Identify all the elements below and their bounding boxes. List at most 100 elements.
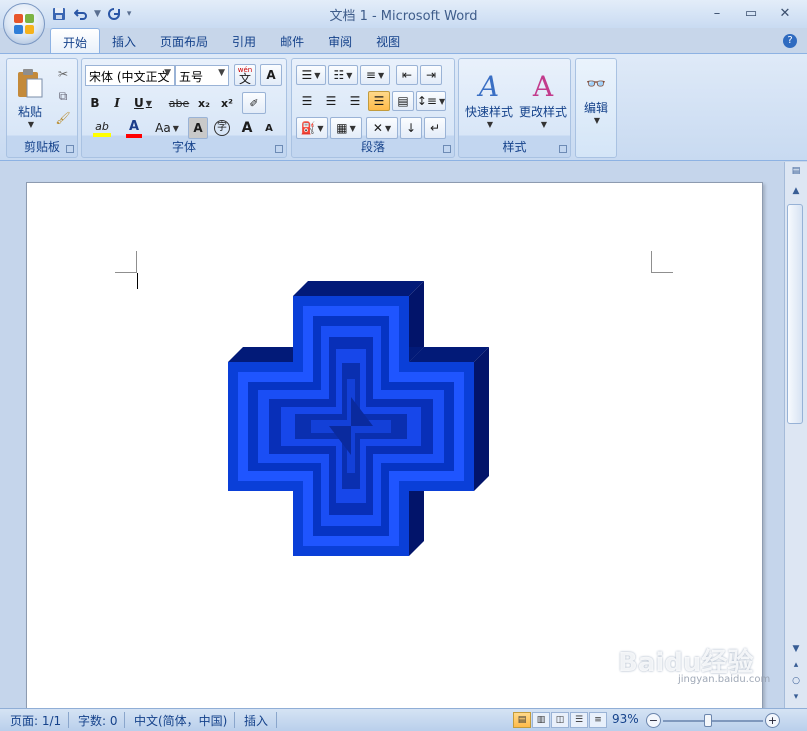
superscript-button[interactable]: x² <box>217 93 237 113</box>
cross-shape[interactable] <box>213 279 493 559</box>
enclose-characters-button[interactable]: 字 <box>212 117 232 139</box>
subscript-button[interactable]: x₂ <box>194 93 214 113</box>
dialog-launcher-icon[interactable] <box>443 145 451 153</box>
tab-review[interactable]: 审阅 <box>316 28 364 54</box>
format-painter-button[interactable]: 🖌 <box>53 109 73 127</box>
line-spacing-icon: ↕≡ <box>416 94 437 108</box>
dialog-launcher-icon[interactable] <box>559 145 567 153</box>
scroll-up-icon[interactable]: ▲ <box>788 186 804 200</box>
zoom-slider-thumb[interactable] <box>704 714 712 727</box>
sort-button[interactable]: ↓ <box>400 117 422 139</box>
page-count[interactable]: 页面: 1/1 <box>10 712 61 729</box>
office-button[interactable] <box>3 3 45 45</box>
distributed-button[interactable]: ▤ <box>392 91 414 111</box>
font-size-combo[interactable]: 五号 ▼ <box>175 65 229 86</box>
tab-view[interactable]: 视图 <box>364 28 412 54</box>
web-layout-button[interactable]: ◫ <box>551 712 569 728</box>
borders-button[interactable]: ▦ ▼ <box>330 117 362 139</box>
chinese-layout-button[interactable]: ✕ ▼ <box>366 117 398 139</box>
select-browse-object-icon[interactable]: ○ <box>788 676 804 690</box>
highlight-button[interactable]: ab <box>86 117 118 139</box>
zoom-in-button[interactable]: + <box>765 713 780 728</box>
align-left-button[interactable]: ☰ <box>296 91 318 111</box>
outline-view-button[interactable]: ☰ <box>570 712 588 728</box>
show-hide-button[interactable]: ↵ <box>424 117 446 139</box>
clipboard-group: 粘贴 ▼ ✂ ⧉ 🖌 剪贴板 <box>6 58 78 158</box>
tab-home[interactable]: 开始 <box>50 28 101 54</box>
shading-button[interactable]: ⛽ ▼ <box>296 117 328 139</box>
bullets-icon: ☰ <box>301 68 313 82</box>
paste-button[interactable]: 粘贴 ▼ <box>11 63 49 133</box>
dialog-launcher-icon[interactable] <box>66 145 74 153</box>
numbering-button[interactable]: ☷ ▼ <box>328 65 358 85</box>
document-page[interactable] <box>26 182 763 722</box>
insert-mode[interactable]: 插入 <box>244 712 268 729</box>
shrink-font-button[interactable]: A <box>259 117 279 139</box>
word-count[interactable]: 字数: 0 <box>78 712 118 729</box>
grow-font-button[interactable]: A <box>237 117 257 139</box>
draft-view-button[interactable]: ≡ <box>589 712 607 728</box>
phonetic-guide-button[interactable]: wén 文 <box>234 64 256 86</box>
outdent-icon: ⇤ <box>401 68 413 82</box>
print-layout-view-button[interactable]: ▤ <box>513 712 531 728</box>
bold-button[interactable]: B <box>86 93 104 113</box>
strikethrough-button[interactable]: abe <box>168 93 190 113</box>
quick-styles-button[interactable]: A 快速样式 ▼ <box>463 63 515 135</box>
font-name-value: 宋体 (中文正文 <box>89 70 170 84</box>
vertical-scrollbar[interactable]: ▤ ▲ ▼ ▴ ○ ▾ <box>784 162 807 708</box>
previous-page-icon[interactable]: ▴ <box>788 660 804 674</box>
editing-group: 👓 编辑 ▼ <box>575 58 617 158</box>
numbering-icon: ☷ <box>333 68 345 82</box>
window-title: 文档 1 - Microsoft Word <box>329 9 478 24</box>
align-center-button[interactable]: ☰ <box>320 91 342 111</box>
tab-insert[interactable]: 插入 <box>100 28 148 54</box>
change-case-button[interactable]: Aa ▼ <box>152 118 182 138</box>
paste-label: 粘贴 <box>17 105 42 119</box>
chevron-down-icon: ▼ <box>27 120 35 129</box>
editing-button[interactable]: 👓 编辑 ▼ <box>579 63 613 135</box>
close-button[interactable]: ✕ <box>771 3 799 23</box>
divider <box>68 712 69 728</box>
dialog-launcher-icon[interactable] <box>275 145 283 153</box>
minimize-button[interactable]: – <box>703 3 731 23</box>
clear-formatting-button[interactable]: ✐ <box>242 92 266 114</box>
scroll-down-icon[interactable]: ▼ <box>788 644 804 658</box>
document-workspace <box>0 162 784 722</box>
ruler-toggle-icon[interactable]: ▤ <box>788 166 804 180</box>
zoom-out-button[interactable]: − <box>646 713 661 728</box>
line-spacing-button[interactable]: ↕≡ ▼ <box>416 91 446 111</box>
bullets-button[interactable]: ☰ ▼ <box>296 65 326 85</box>
maximize-button[interactable]: ▭ <box>737 3 765 23</box>
increase-indent-button[interactable]: ⇥ <box>420 65 442 85</box>
tab-references[interactable]: 引用 <box>220 28 268 54</box>
zoom-slider-track[interactable] <box>663 720 763 722</box>
zoom-level[interactable]: 93% <box>612 712 639 726</box>
language-indicator[interactable]: 中文(简体，中国) <box>134 712 227 729</box>
change-styles-button[interactable]: A 更改样式 ▼ <box>517 63 569 135</box>
tab-mailings[interactable]: 邮件 <box>268 28 316 54</box>
justify-button[interactable]: ☰ <box>368 91 390 111</box>
decrease-indent-button[interactable]: ⇤ <box>396 65 418 85</box>
highlight-label: ab <box>95 119 109 133</box>
character-shading-button[interactable]: A <box>188 117 208 139</box>
change-styles-label: 更改样式 <box>518 104 567 119</box>
copy-button[interactable]: ⧉ <box>53 87 73 105</box>
phonetic-char: 文 <box>238 72 251 86</box>
multilevel-list-button[interactable]: ≡ ▼ <box>360 65 390 85</box>
next-page-icon[interactable]: ▾ <box>788 692 804 706</box>
cross-side-face-right <box>474 347 489 491</box>
eraser-icon: ✐ <box>249 96 259 110</box>
tab-page-layout[interactable]: 页面布局 <box>148 28 220 54</box>
align-right-button[interactable]: ☰ <box>344 91 366 111</box>
character-border-button[interactable]: A <box>260 64 282 86</box>
help-icon[interactable]: ? <box>783 34 797 48</box>
underline-button[interactable]: U ▼ <box>130 93 156 113</box>
scrollbar-thumb[interactable] <box>787 204 803 424</box>
enclose-label: 字 <box>214 120 230 136</box>
font-name-combo[interactable]: 宋体 (中文正文 ▼ <box>85 65 175 86</box>
font-color-button[interactable]: A <box>120 117 148 139</box>
cut-button[interactable]: ✂ <box>53 65 73 83</box>
full-screen-reading-button[interactable]: ▥ <box>532 712 550 728</box>
italic-button[interactable]: I <box>108 93 126 113</box>
justify-icon: ☰ <box>373 94 385 108</box>
